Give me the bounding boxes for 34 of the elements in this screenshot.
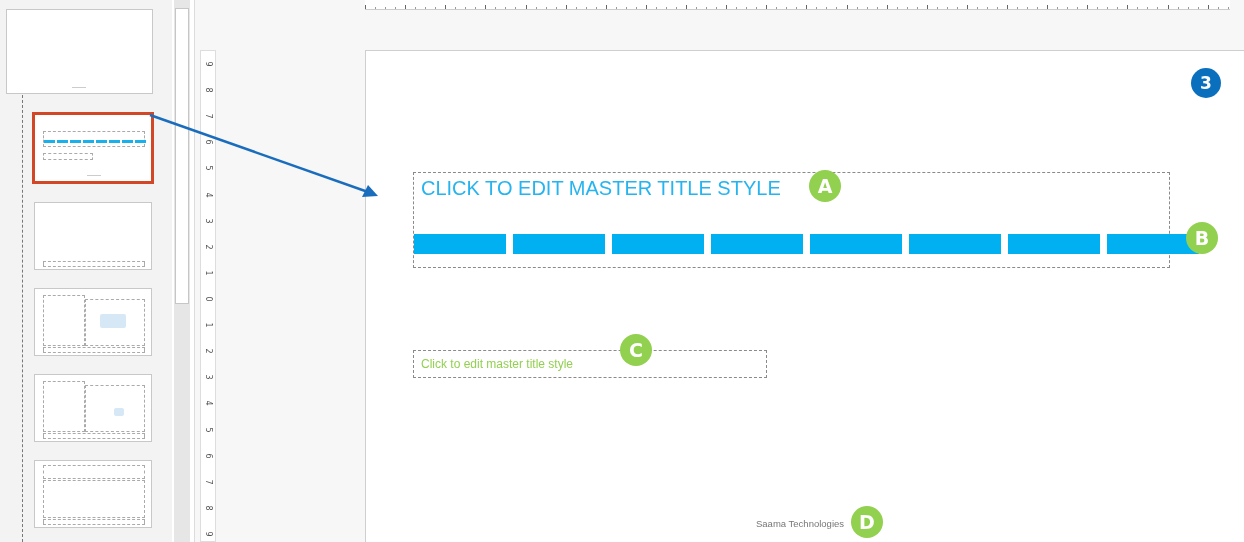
- ruler-number: 8: [203, 87, 213, 93]
- ruler-number: 6: [203, 139, 213, 145]
- scrollbar[interactable]: [174, 0, 190, 542]
- ruler-number: 4: [203, 192, 213, 198]
- ruler-number: 9: [203, 531, 213, 537]
- ruler-number: 3: [203, 218, 213, 224]
- slide-thumbnail[interactable]: [34, 460, 152, 528]
- slide-thumbnail[interactable]: [34, 374, 152, 442]
- ruler-number: 7: [203, 479, 213, 485]
- slide-footer: Saama Technologies: [756, 518, 845, 529]
- ruler-number: 2: [203, 244, 213, 250]
- ruler-number: 3: [203, 374, 213, 380]
- ruler-number: 1: [203, 322, 213, 328]
- ruler-number: 6: [203, 453, 213, 459]
- ruler-number: 2: [203, 348, 213, 354]
- ruler-number: 0: [203, 296, 213, 302]
- ruler-number: 1: [203, 270, 213, 276]
- callout-badge: C: [620, 334, 652, 366]
- slide-title: CLICK TO EDIT MASTER TITLE STYLE: [421, 177, 781, 200]
- ruler-number: 9: [203, 61, 213, 67]
- ruler-number: 4: [203, 400, 213, 406]
- ruler-number: 8: [203, 505, 213, 511]
- ruler-number: 5: [203, 165, 213, 171]
- ruler-number: 5: [203, 427, 213, 433]
- slide-thumbnail[interactable]: [34, 288, 152, 356]
- ruler-number: 7: [203, 113, 213, 119]
- callout-badge: D: [851, 506, 883, 538]
- callout-badge: B: [1186, 222, 1218, 254]
- slide-thumbnail[interactable]: [32, 112, 154, 184]
- slide-subtitle: Click to edit master title style: [421, 357, 574, 371]
- slide-number-badge: 3: [1191, 68, 1221, 98]
- slide-thumbnail[interactable]: [34, 202, 152, 270]
- callout-badge: A: [809, 170, 841, 202]
- slide-thumbnail[interactable]: [6, 9, 153, 94]
